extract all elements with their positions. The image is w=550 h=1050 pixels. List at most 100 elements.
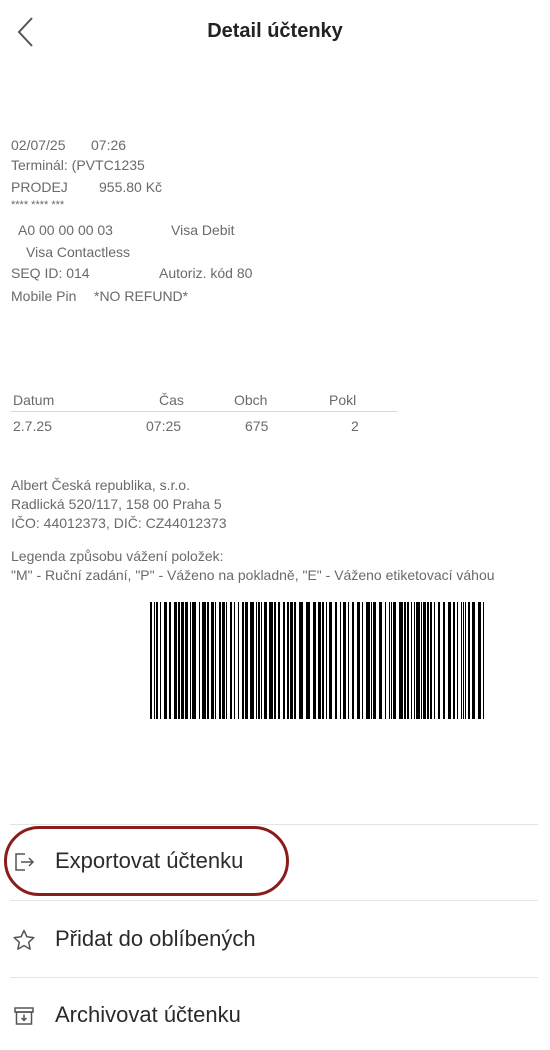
barcode-bar (362, 602, 363, 719)
barcode-bar (174, 602, 177, 719)
barcode-bar (478, 602, 481, 719)
barcode-bar (261, 602, 262, 719)
barcode-bar (421, 602, 422, 719)
receipt-time: 07:26 (91, 137, 127, 153)
barcode-bar (154, 602, 155, 719)
barcode-bar (352, 602, 354, 719)
barcode-bar (211, 602, 214, 719)
barcode-bar (269, 602, 273, 719)
barcode-bar (226, 602, 227, 719)
barcode-bar (250, 602, 254, 719)
barcode-bar (294, 602, 296, 719)
barcode-bar (443, 602, 445, 719)
barcode-bar (245, 602, 248, 719)
company-ids: IČO: 44012373, DIČ: CZ44012373 (11, 515, 227, 531)
receipt-refund: *NO REFUND* (94, 288, 189, 304)
barcode-bar (357, 602, 360, 719)
table-header-datum: Datum (13, 392, 55, 408)
legend-text: "M" - Ruční zadání, "P" - Váženo na pokl… (11, 567, 495, 583)
barcode-bar (348, 602, 349, 719)
barcode-bar (156, 602, 158, 719)
barcode-bar (438, 602, 440, 719)
receipt-card-type: Visa Debit (171, 222, 235, 238)
barcode-bar (190, 602, 191, 719)
add-favorite-button[interactable]: Přidat do oblíbených (0, 910, 550, 970)
highlight-ring (4, 826, 289, 896)
barcode-bar (290, 602, 293, 719)
table-divider (11, 411, 397, 412)
table-value-pokl: 2 (351, 418, 359, 434)
barcode-bar (287, 602, 289, 719)
barcode (150, 602, 484, 719)
receipt-aid: A0 00 00 00 03 (18, 222, 113, 238)
header: Detail účtenky (0, 0, 550, 70)
barcode-bar (238, 602, 239, 719)
barcode-bar (461, 602, 462, 719)
barcode-bar (465, 602, 466, 719)
receipt-seq: SEQ ID: 014 (11, 265, 90, 281)
barcode-bar (219, 602, 221, 719)
receipt-sale-label: PRODEJ (11, 179, 68, 195)
favorite-label: Přidat do oblíbených (55, 926, 256, 951)
archive-label: Archivovat účtenku (55, 1002, 241, 1027)
barcode-bar (160, 602, 161, 719)
barcode-bar (366, 602, 370, 719)
table-value-obch: 675 (245, 418, 269, 434)
barcode-bar (318, 602, 321, 719)
barcode-bar (178, 602, 180, 719)
table-header-obch: Obch (234, 392, 268, 408)
receipt-auth: Autoriz. kód 80 (159, 265, 253, 281)
company-address: Radlická 520/117, 158 00 Praha 5 (11, 496, 222, 512)
barcode-bar (164, 602, 167, 719)
barcode-bar (434, 602, 435, 719)
separator (10, 824, 538, 825)
barcode-bar (414, 602, 415, 719)
barcode-bar (448, 602, 451, 719)
barcode-bar (483, 602, 484, 719)
barcode-bar (453, 602, 455, 719)
table-value-cas: 07:25 (146, 418, 182, 434)
barcode-bar (427, 602, 429, 719)
barcode-bar (202, 602, 206, 719)
barcode-bar (234, 602, 235, 719)
barcode-bar (404, 602, 406, 719)
company-name: Albert Česká republika, s.r.o. (11, 477, 190, 493)
barcode-bar (222, 602, 225, 719)
barcode-bar (150, 602, 152, 719)
barcode-bar (389, 602, 390, 719)
barcode-bar (215, 602, 216, 719)
barcode-bar (299, 602, 303, 719)
barcode-bar (335, 602, 337, 719)
barcode-bar (430, 602, 432, 719)
barcode-bar (199, 602, 200, 719)
barcode-bar (322, 602, 324, 719)
star-icon (13, 929, 35, 950)
barcode-bar (385, 602, 386, 719)
receipt-amount: 955.80 Kč (99, 179, 163, 195)
barcode-bar (423, 602, 426, 719)
barcode-bar (329, 602, 332, 719)
table-header-pokl: Pokl (329, 392, 357, 408)
barcode-bar (468, 602, 470, 719)
barcode-bar (185, 602, 188, 719)
legend-title: Legenda způsobu vážení položek: (11, 548, 224, 564)
barcode-bar (306, 602, 310, 719)
barcode-bar (399, 602, 403, 719)
archive-receipt-button[interactable]: Archivovat účtenku (0, 986, 550, 1046)
barcode-bar (256, 602, 257, 719)
barcode-bar (407, 602, 409, 719)
barcode-bar (393, 602, 396, 719)
barcode-bar (207, 602, 209, 719)
barcode-bar (181, 602, 184, 719)
barcode-bar (242, 602, 244, 719)
barcode-bar (379, 602, 382, 719)
barcode-bar (264, 602, 267, 719)
barcode-bar (274, 602, 276, 719)
barcode-bar (313, 602, 316, 719)
barcode-bar (169, 602, 171, 719)
receipt-terminal: Terminál: (PVTC1235 (11, 157, 145, 173)
barcode-bar (457, 602, 458, 719)
receipt-contactless: Visa Contactless (26, 244, 131, 260)
barcode-bar (463, 602, 464, 719)
receipt-masked-card: **** **** *** (11, 199, 65, 211)
